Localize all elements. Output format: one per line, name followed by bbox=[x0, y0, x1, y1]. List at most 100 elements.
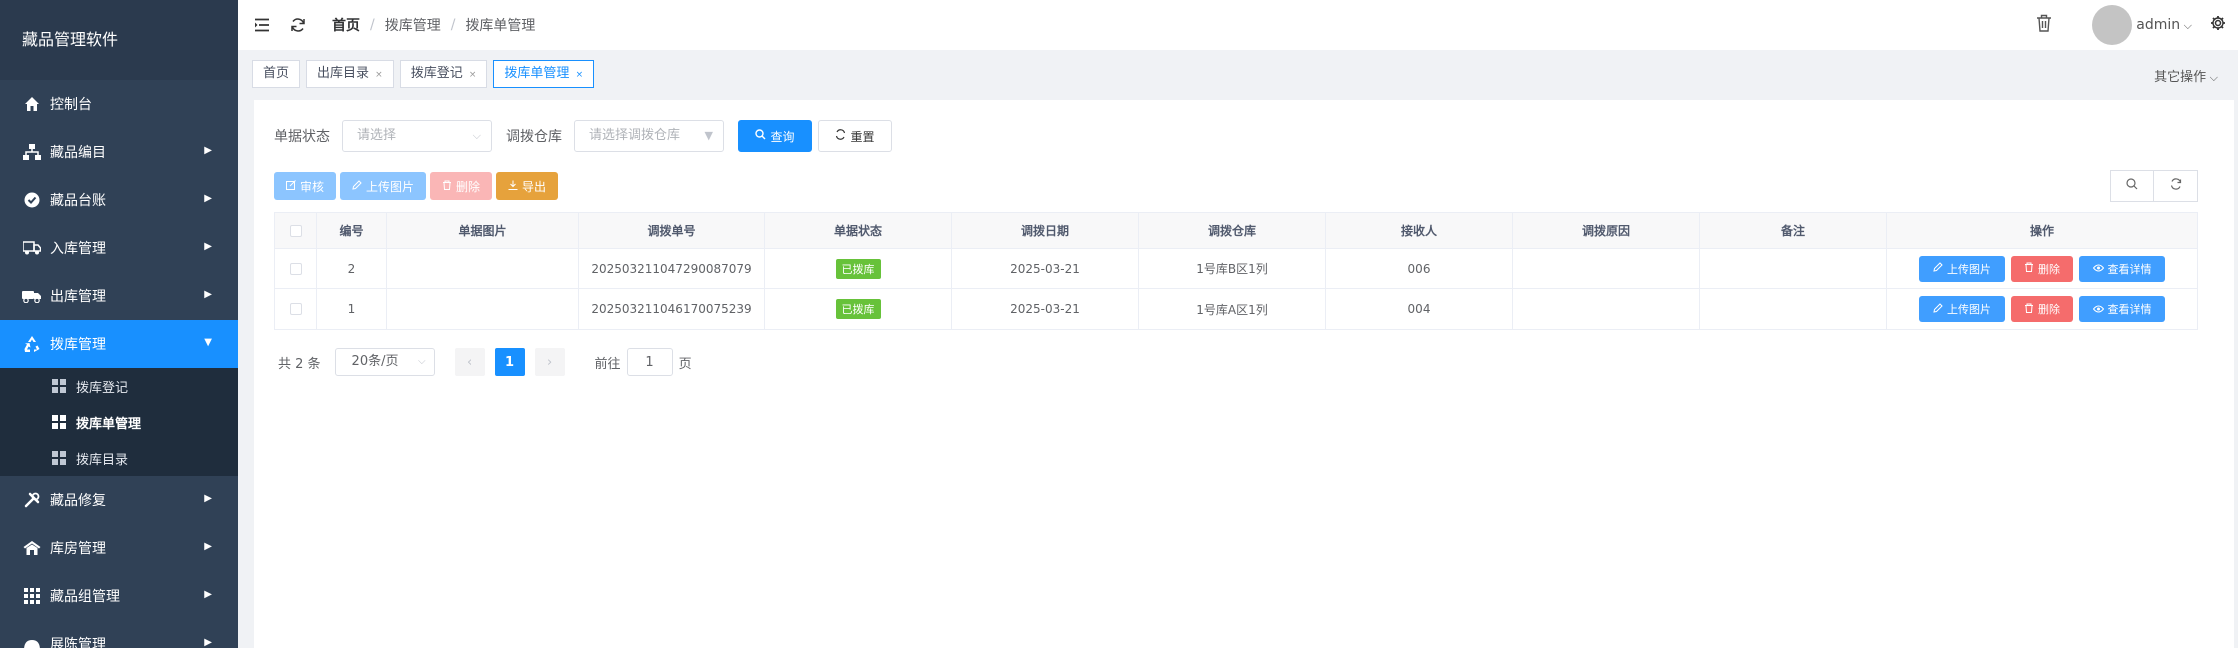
filter-form: 单据状态 请选择 ⌵ 调拨仓库 请选择调拨仓库 ▼ 查询 重置 bbox=[274, 120, 892, 152]
row-upload-image-button[interactable]: 上传图片 bbox=[1919, 296, 2005, 322]
trash-icon[interactable] bbox=[2036, 14, 2052, 36]
submenu-item-transfer-register[interactable]: 拨库登记 bbox=[0, 368, 238, 404]
breadcrumb-home[interactable]: 首页 bbox=[332, 15, 360, 35]
refresh-table-button[interactable] bbox=[2154, 170, 2198, 202]
cell-id: 1 bbox=[317, 289, 387, 329]
tag-home[interactable]: 首页 bbox=[252, 60, 301, 88]
export-button[interactable]: 导出 bbox=[496, 172, 558, 200]
page-size-value: 20条/页 bbox=[351, 354, 399, 369]
cell-receiver: 006 bbox=[1326, 249, 1513, 288]
audit-button[interactable]: 审核 bbox=[274, 172, 336, 200]
cell-actions: 上传图片 删除 查看详情 bbox=[1887, 289, 2197, 329]
warehouse-select-placeholder: 请选择调拨仓库 bbox=[589, 128, 681, 143]
status-select[interactable]: 请选择 ⌵ bbox=[342, 120, 492, 152]
status-badge: 已拨库 bbox=[835, 258, 881, 279]
row-upload-image-button[interactable]: 上传图片 bbox=[1919, 255, 2005, 282]
row-delete-button[interactable]: 删除 bbox=[2011, 296, 2073, 322]
tag-outbound-catalog[interactable]: 出库目录 × bbox=[306, 60, 394, 88]
transfer-orders-table: 编号 单据图片 调拨单号 单据状态 调拨日期 调拨仓库 接收人 调拨原因 备注 … bbox=[274, 212, 2198, 330]
toggle-search-button[interactable] bbox=[2110, 170, 2154, 202]
sidebar-item-catalog[interactable]: 藏品编目 ▶ bbox=[0, 128, 238, 176]
table-row: 1 202503211046170075239 已拨库 2025-03-21 1… bbox=[275, 289, 2197, 329]
table-header-row: 编号 单据图片 调拨单号 单据状态 调拨日期 调拨仓库 接收人 调拨原因 备注 … bbox=[275, 213, 2197, 249]
row-checkbox[interactable] bbox=[289, 303, 302, 315]
truck-icon bbox=[22, 238, 42, 258]
search-button[interactable]: 查询 bbox=[738, 120, 812, 152]
sidebar-item-warehouse[interactable]: 库房管理 ▶ bbox=[0, 524, 238, 572]
sidebar-item-group[interactable]: 藏品组管理 ▶ bbox=[0, 572, 238, 620]
search-button-label: 查询 bbox=[770, 129, 795, 144]
submenu-item-label: 拨库单管理 bbox=[76, 416, 142, 432]
pencil-icon bbox=[1933, 302, 1943, 316]
close-icon[interactable]: × bbox=[469, 70, 477, 80]
sidebar-item-ledger[interactable]: 藏品台账 ▶ bbox=[0, 176, 238, 224]
submenu-item-transfer-catalog[interactable]: 拨库目录 bbox=[0, 440, 238, 476]
reset-button[interactable]: 重置 bbox=[818, 120, 892, 152]
page-number-current[interactable]: 1 bbox=[494, 348, 525, 376]
page-size-select[interactable]: 20条/页 ⌵ bbox=[334, 348, 435, 376]
row-delete-button[interactable]: 删除 bbox=[2011, 255, 2073, 282]
tag-label: 出库目录 bbox=[317, 66, 370, 81]
column-header: 单据图片 bbox=[387, 213, 579, 248]
prev-page-button[interactable]: ‹ bbox=[454, 348, 485, 376]
row-view-details-button[interactable]: 查看详情 bbox=[2079, 255, 2165, 282]
warehouse-select[interactable]: 请选择调拨仓库 ▼ bbox=[574, 120, 724, 152]
search-icon bbox=[2126, 178, 2138, 194]
cell-date: 2025-03-21 bbox=[952, 289, 1139, 329]
tools-icon bbox=[22, 490, 42, 510]
action-toolbar: 审核 上传图片 删除 导出 bbox=[274, 172, 562, 200]
gear-icon[interactable] bbox=[2210, 15, 2226, 35]
submenu-item-transfer-orders[interactable]: 拨库单管理 bbox=[0, 404, 238, 440]
column-header: 操作 bbox=[2029, 224, 2054, 238]
row-checkbox[interactable] bbox=[289, 262, 302, 275]
avatar[interactable] bbox=[2092, 5, 2133, 45]
edit-icon bbox=[285, 179, 296, 193]
reset-button-label: 重置 bbox=[850, 129, 875, 144]
refresh-icon[interactable] bbox=[280, 0, 316, 50]
close-icon[interactable]: × bbox=[375, 70, 383, 80]
page-suffix-label: 页 bbox=[678, 356, 692, 372]
sidebar-item-restoration[interactable]: 藏品修复 ▶ bbox=[0, 476, 238, 524]
sidebar-item-label: 藏品修复 bbox=[50, 493, 106, 509]
other-operations-menu[interactable]: 其它操作 ⌵ bbox=[2154, 66, 2218, 85]
total-count: 共 2 条 bbox=[278, 356, 321, 372]
sidebar-item-label: 拨库管理 bbox=[50, 337, 106, 353]
row-delete-label: 删除 bbox=[2038, 262, 2060, 276]
delete-button[interactable]: 删除 bbox=[430, 172, 492, 200]
row-view-details-button[interactable]: 查看详情 bbox=[2079, 296, 2165, 322]
tag-transfer-register[interactable]: 拨库登记 × bbox=[399, 60, 488, 88]
sidebar-item-outbound[interactable]: 出库管理 ▶ bbox=[0, 272, 238, 320]
tags-view: 首页 出库目录 × 拨库登记 × 拨库单管理 × 其它操作 ⌵ bbox=[238, 54, 2238, 94]
chevron-down-icon: ⌵ bbox=[2180, 19, 2192, 32]
row-view-label: 查看详情 bbox=[2107, 303, 2152, 316]
cell-image bbox=[387, 289, 579, 329]
tag-transfer-orders[interactable]: 拨库单管理 × bbox=[493, 60, 595, 88]
column-header: 调拨日期 bbox=[952, 213, 1139, 248]
sidebar-item-dashboard[interactable]: 控制台 bbox=[0, 80, 238, 128]
chevron-left-icon: ‹ bbox=[466, 354, 473, 370]
cell-status: 已拨库 bbox=[765, 249, 952, 288]
column-header: 备注 bbox=[1700, 213, 1887, 248]
close-icon[interactable]: × bbox=[576, 70, 584, 80]
navbar-right: admin ⌵ bbox=[2036, 0, 2238, 50]
download-icon bbox=[508, 179, 518, 193]
eye-icon bbox=[2092, 303, 2104, 316]
column-header: 编号 bbox=[317, 213, 387, 248]
select-all-cell bbox=[275, 213, 317, 248]
upload-button-label: 上传图片 bbox=[365, 179, 414, 194]
cell-reason bbox=[1513, 249, 1700, 288]
upload-image-button[interactable]: 上传图片 bbox=[340, 172, 426, 200]
sidebar-item-exhibition[interactable]: 展陈管理 ▶ bbox=[0, 620, 238, 648]
username[interactable]: admin ⌵ bbox=[2136, 17, 2192, 33]
next-page-button[interactable]: › bbox=[534, 348, 565, 376]
select-all-checkbox[interactable] bbox=[289, 224, 302, 237]
cell-id: 2 bbox=[317, 249, 387, 288]
sidebar-item-transfer[interactable]: 拨库管理 ▼ bbox=[0, 320, 238, 368]
hamburger-icon[interactable] bbox=[244, 0, 280, 50]
caret-right-icon: ▶ bbox=[204, 289, 212, 300]
goto-page-input[interactable]: 1 bbox=[626, 348, 673, 376]
cell-order-no: 202503211047290087079 bbox=[579, 249, 765, 288]
breadcrumb-separator: / bbox=[370, 17, 375, 33]
caret-right-icon: ▶ bbox=[204, 193, 212, 204]
sidebar-item-inbound[interactable]: 入库管理 ▶ bbox=[0, 224, 238, 272]
